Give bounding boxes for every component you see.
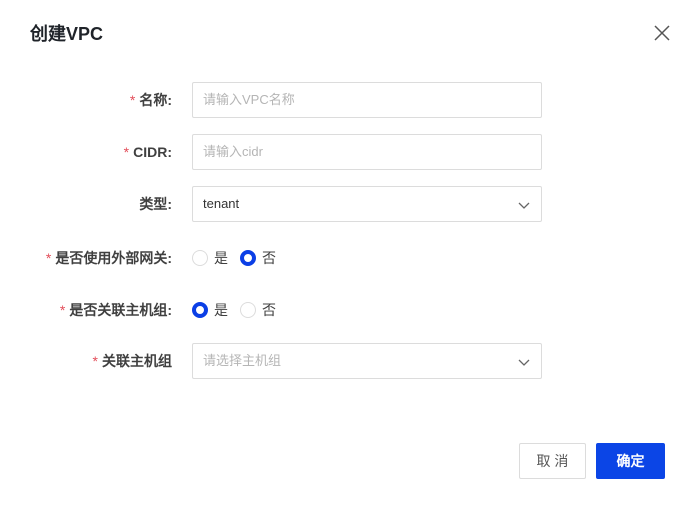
type-row: 类型: tenant	[0, 186, 692, 222]
radio-circle	[192, 250, 208, 266]
required-mark: *	[45, 250, 52, 266]
assoc-host-group-label: * 是否关联主机组:	[59, 302, 172, 318]
required-mark: *	[92, 353, 98, 369]
create-vpc-dialog: 创建VPC * 名称: 请输入VPC名称 * CIDR: 请输入cidr 类型: t…	[0, 0, 692, 508]
radio-circle	[240, 302, 256, 318]
chevron-down-icon	[518, 359, 530, 366]
confirm-button[interactable]: 确定	[596, 443, 665, 479]
host-group-placeholder: 请选择主机组	[203, 353, 282, 368]
external-gateway-label: * 是否使用外部网关:	[45, 250, 172, 266]
required-mark: *	[59, 302, 66, 318]
assoc-host-group-row: * 是否关联主机组: 是 否	[0, 292, 692, 328]
type-label: 类型:	[139, 196, 172, 212]
required-mark: *	[129, 92, 136, 108]
cidr-row: * CIDR: 请输入cidr	[0, 134, 692, 170]
host-group-select[interactable]: 请选择主机组	[192, 343, 542, 379]
name-row: * 名称: 请输入VPC名称	[0, 82, 692, 118]
radio-no[interactable]: 否	[240, 300, 276, 320]
cidr-input[interactable]: 请输入cidr	[192, 134, 542, 170]
type-value: tenant	[203, 196, 240, 211]
required-mark: *	[123, 144, 130, 160]
external-gateway-radio-group: 是 否	[192, 240, 288, 276]
cidr-label: * CIDR:	[123, 144, 172, 160]
radio-no[interactable]: 否	[240, 248, 276, 268]
name-label: * 名称:	[129, 92, 172, 108]
cancel-button[interactable]: 取 消	[519, 443, 586, 479]
name-input[interactable]: 请输入VPC名称	[192, 82, 542, 118]
host-group-row: * 关联主机组 请选择主机组	[0, 343, 692, 379]
radio-circle-checked	[192, 302, 208, 318]
cidr-placeholder: 请输入cidr	[203, 144, 263, 159]
dialog-title: 创建VPC	[30, 24, 104, 44]
chevron-down-icon	[518, 202, 530, 209]
host-group-label: * 关联主机组	[92, 353, 172, 369]
assoc-host-group-radio-group: 是 否	[192, 292, 288, 328]
close-icon[interactable]	[651, 22, 673, 44]
name-placeholder: 请输入VPC名称	[203, 92, 295, 107]
external-gateway-row: * 是否使用外部网关: 是 否	[0, 240, 692, 276]
radio-circle-checked	[240, 250, 256, 266]
radio-yes[interactable]: 是	[192, 300, 228, 320]
radio-yes[interactable]: 是	[192, 248, 228, 268]
type-select[interactable]: tenant	[192, 186, 542, 222]
